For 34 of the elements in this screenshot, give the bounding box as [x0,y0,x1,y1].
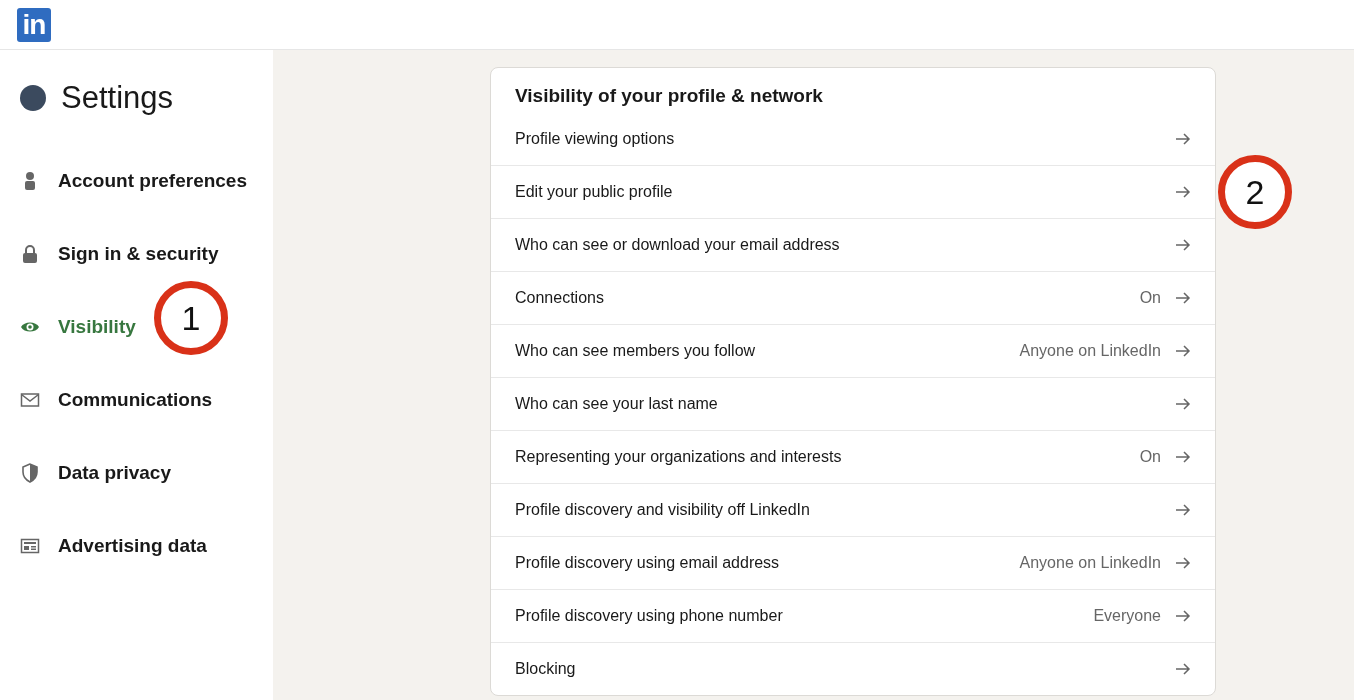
settings-title: Settings [61,80,173,116]
lock-icon [20,243,40,264]
sidebar-item[interactable]: Account preferences [20,144,247,217]
arrow-icon [1175,132,1191,146]
arrow-icon [1175,185,1191,199]
section-title: Visibility of your profile & network [514,84,824,108]
arrow-icon [1175,450,1191,464]
settings-row[interactable]: Blocking [491,642,1215,695]
arrow-icon [1175,397,1191,411]
arrow-icon [1175,503,1191,517]
sidebar-item[interactable]: Communications [20,363,213,436]
arrow-icon [1175,344,1191,358]
settings-row[interactable]: Edit your public profile [491,165,1215,218]
settings-row[interactable]: Who can see your last name [491,377,1215,430]
sidebar-item[interactable]: Advertising data [20,509,207,582]
arrow-icon [1175,238,1191,252]
arrow-icon [1175,291,1191,305]
avatar [20,85,46,111]
settings-row[interactable]: Representing your organizations and interests On [491,430,1215,483]
number-callout: 2 [1218,155,1292,229]
arrow-icon [1175,609,1191,623]
shield-icon [20,462,40,483]
settings-row[interactable]: Who can see members you follow Anyone on LinkedIn [491,324,1215,377]
sidebar-item[interactable]: Data privacy [20,436,171,509]
settings-row[interactable]: Connections On [491,271,1215,324]
settings-row[interactable]: Profile viewing options [491,113,1215,165]
arrow-icon [1175,556,1191,570]
settings-row[interactable]: Profile discovery using phone number Everyone [491,589,1215,642]
settings-row[interactable]: Who can see or download your email address [491,218,1215,271]
sidebar-item[interactable]: Visibility [20,290,136,363]
logo[interactable]: in [17,7,51,42]
arrow-icon [1175,662,1191,676]
settings-row[interactable]: Profile discovery using email address Anyone on LinkedIn [491,536,1215,589]
settings-row[interactable]: Profile discovery and visibility off LinkedIn [491,483,1215,536]
